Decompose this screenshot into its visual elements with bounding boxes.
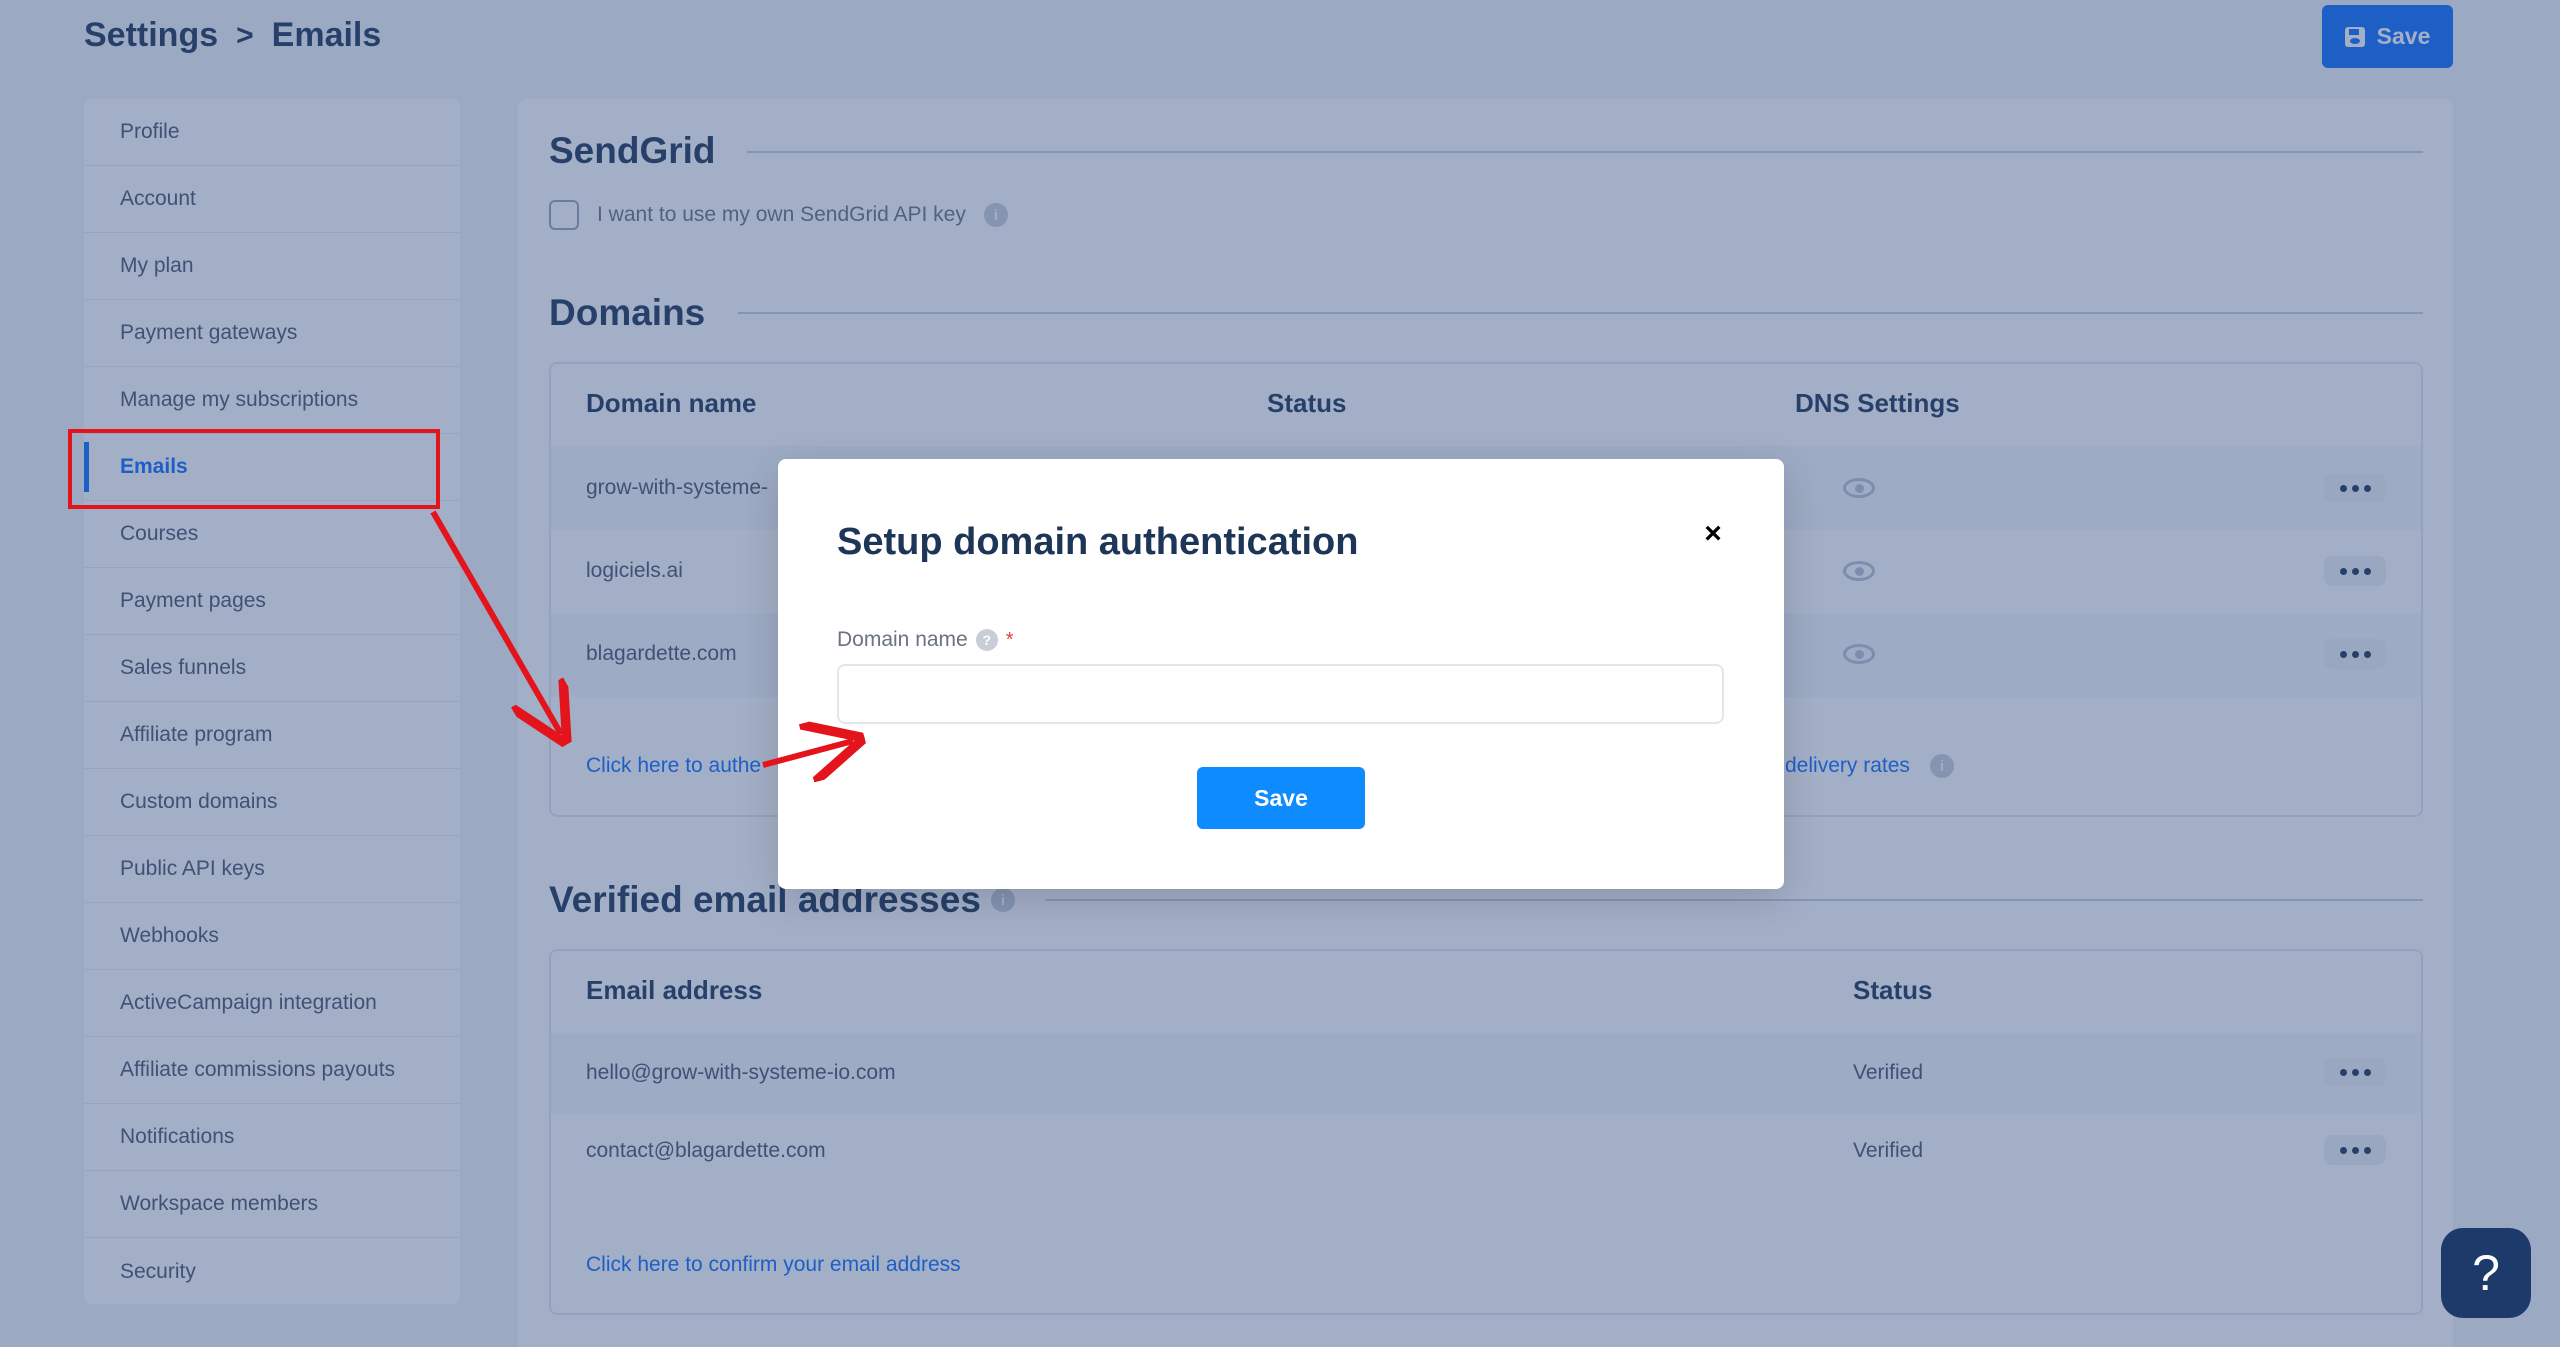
- annotation-arrow-right: [762, 741, 853, 765]
- help-chat-button[interactable]: ?: [2441, 1228, 2531, 1318]
- annotation-arrows: [430, 510, 2560, 1347]
- annotation-arrow-down: [430, 510, 561, 734]
